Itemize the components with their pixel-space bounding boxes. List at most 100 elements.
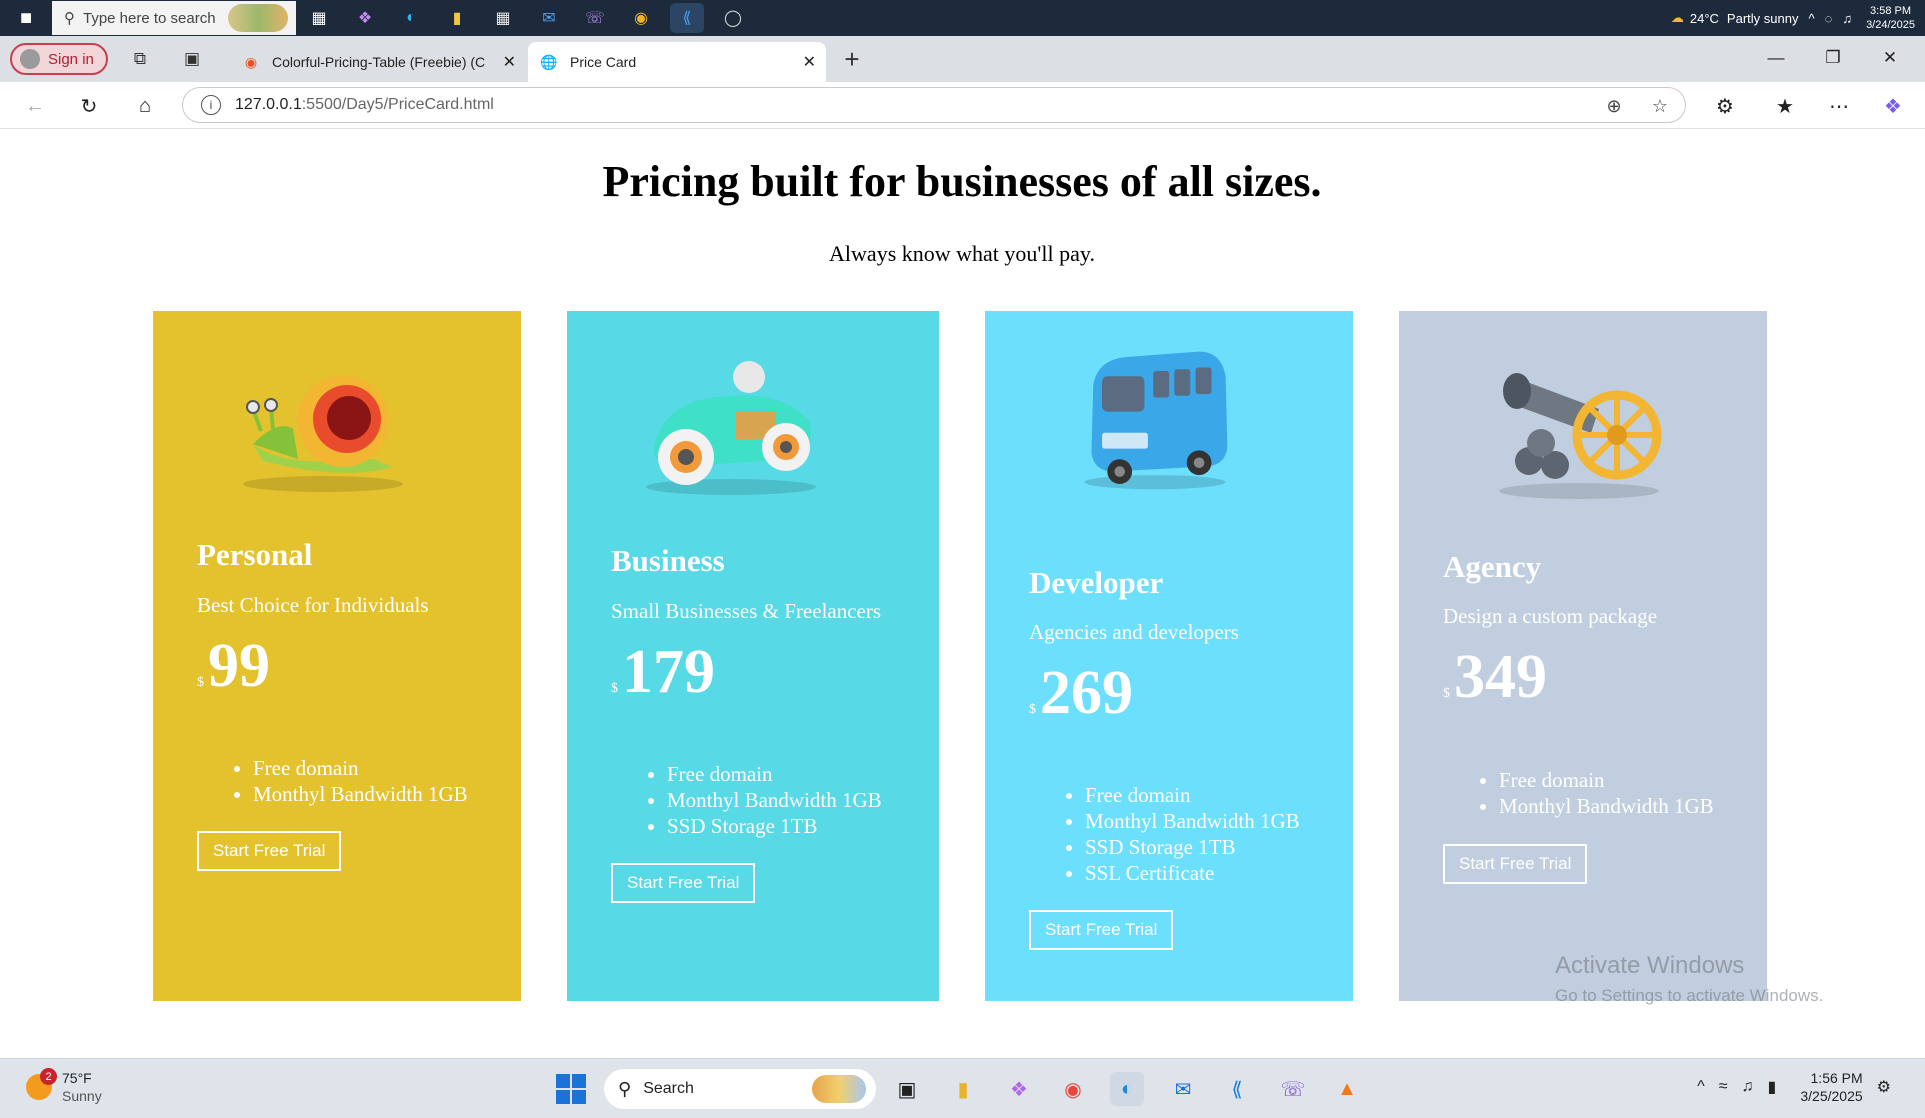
price-amount: 99 (208, 632, 270, 700)
globe-favicon-icon: 🌐 (540, 53, 558, 70)
browser-toolbar: ← ↻ ⌂ i 127.0.0.1:5500/Day5/PriceCard.ht… (0, 82, 1925, 129)
profile-avatar-icon (20, 49, 40, 69)
remote-weather-temp: 24°C (1689, 10, 1719, 26)
start-free-trial-button[interactable]: Start Free Trial (611, 863, 756, 903)
url-path: :5500/Day5/PriceCard.html (301, 96, 494, 113)
favorites-icon[interactable]: ★ (1770, 91, 1800, 121)
tab-actions-icon[interactable]: ▣ (178, 45, 206, 73)
network-icon[interactable]: ◌ (1825, 11, 1833, 26)
vlc-icon[interactable]: ▲ (1330, 1072, 1364, 1106)
plan-tagline: Small Businesses & Freelancers (611, 599, 882, 623)
copilot-sidebar-icon[interactable]: ❖ (1878, 91, 1908, 121)
file-explorer-icon[interactable]: ▮ (440, 3, 474, 33)
sign-in-button[interactable]: Sign in (10, 43, 108, 75)
new-tab-button[interactable]: + (838, 44, 866, 74)
favorite-star-icon[interactable]: ☆ (1647, 93, 1673, 119)
home-button[interactable]: ⌂ (130, 91, 160, 121)
vscode-icon[interactable]: ⟪ (670, 3, 704, 33)
viber-icon[interactable]: ☏ (1276, 1072, 1310, 1106)
chrome-icon[interactable]: ◉ (624, 3, 658, 33)
refresh-button[interactable]: ↻ (74, 91, 104, 121)
search-highlight-icon (228, 4, 288, 32)
task-view-icon[interactable]: ▦ (302, 3, 336, 33)
tab-price-card[interactable]: 🌐 Price Card ✕ (528, 42, 826, 82)
cannon-icon (1499, 373, 1662, 499)
volume-icon[interactable]: ♫ (1842, 11, 1852, 26)
plan-tagline: Agencies and developers (1029, 620, 1239, 644)
start-free-trial-button[interactable]: Start Free Trial (1443, 844, 1588, 884)
site-info-icon[interactable]: i (201, 95, 221, 115)
tab-colorful-pricing-table[interactable]: ◉ Colorful-Pricing-Table (Freebie) (C ✕ (230, 42, 526, 82)
edge-icon[interactable]: ◐ (394, 3, 428, 33)
vscode-icon[interactable]: ⟪ (1220, 1072, 1254, 1106)
feature-item: Free domain (1085, 782, 1300, 808)
battery-icon[interactable]: ▮ (1768, 1077, 1777, 1097)
remote-clock[interactable]: 3:58 PM 3/24/2025 (1866, 4, 1915, 32)
back-button[interactable]: ← (20, 91, 50, 121)
feature-list: Free domain Monthyl Bandwidth 1GB SSD St… (1085, 782, 1300, 886)
remote-system-tray: ☁ 24°C Partly sunny ^ ◌ ♫ 3:58 PM 3/24/2… (1671, 0, 1915, 36)
minimize-button[interactable]: — (1748, 42, 1804, 74)
plan-title: Agency (1443, 549, 1542, 584)
plan-tagline: Best Choice for Individuals (197, 593, 429, 617)
page-title: Pricing built for businesses of all size… (602, 157, 1322, 206)
close-tab-icon[interactable]: ✕ (803, 52, 816, 72)
file-explorer-icon[interactable]: ▮ (946, 1072, 980, 1106)
feature-list: Free domain Monthyl Bandwidth 1GB (1499, 767, 1714, 819)
search-highlight-icon (812, 1075, 866, 1103)
url-host: 127.0.0.1 (235, 96, 302, 113)
search-icon: ⚲ (618, 1078, 632, 1099)
taskbar-search-box[interactable]: ⚲ Search (604, 1069, 876, 1109)
tab-title: Colorful-Pricing-Table (Freebie) (C (272, 54, 486, 70)
chevron-up-icon[interactable]: ^ (1808, 11, 1814, 26)
start-free-trial-button[interactable]: Start Free Trial (1029, 910, 1174, 950)
notifications-icon[interactable]: ⚙ (1877, 1077, 1891, 1097)
start-button[interactable] (556, 1074, 586, 1104)
taskbar-date: 3/25/2025 (1800, 1088, 1863, 1104)
feature-item: SSL Certificate (1085, 860, 1300, 886)
notification-badge: 2 (40, 1068, 57, 1085)
remote-time: 3:58 PM (1870, 5, 1912, 17)
edge-icon[interactable]: ◐ (1110, 1072, 1144, 1106)
chevron-up-icon[interactable]: ^ (1697, 1078, 1705, 1096)
wifi-icon[interactable]: ≈ (1719, 1078, 1728, 1096)
plan-price: $ 269 (1029, 658, 1133, 729)
activate-windows-watermark: Activate Windows Go to Settings to activ… (1555, 952, 1823, 1006)
sign-in-label: Sign in (48, 50, 94, 68)
feature-list: Free domain Monthyl Bandwidth 1GB SSD St… (667, 761, 882, 839)
system-tray: ^ ≈ ♫ ▮ 1:56 PM 3/25/2025 ⚙ (1697, 1069, 1905, 1105)
mail-icon[interactable]: ✉ (532, 3, 566, 33)
address-bar[interactable]: i 127.0.0.1:5500/Day5/PriceCard.html ⊕ ☆ (182, 87, 1686, 123)
weather-condition: Sunny (62, 1088, 102, 1104)
windows-start-icon[interactable]: ■ (0, 0, 52, 36)
feature-item: Monthyl Bandwidth 1GB (253, 781, 468, 807)
copilot-icon[interactable]: ❖ (1002, 1072, 1036, 1106)
plan-title: Business (611, 543, 725, 578)
extensions-icon[interactable]: ⚙ (1710, 91, 1740, 121)
restore-button[interactable]: ❐ (1805, 42, 1861, 74)
weather-widget[interactable]: 2 75°F Sunny (26, 1068, 102, 1105)
taskbar-time: 1:56 PM (1810, 1070, 1863, 1086)
taskbar-clock[interactable]: 1:56 PM 3/25/2025 (1800, 1069, 1862, 1105)
more-options-icon[interactable]: ⋯ (1824, 91, 1854, 121)
workspaces-icon[interactable]: ⧉ (126, 45, 154, 73)
feature-item: SSD Storage 1TB (1085, 834, 1300, 860)
remote-search-box[interactable]: ⚲ Type here to search (52, 1, 296, 35)
store-icon[interactable]: ▦ (486, 3, 520, 33)
task-view-icon[interactable]: ▣ (890, 1072, 924, 1106)
remote-taskbar: ■ ⚲ Type here to search ▦ ❖ ◐ ▮ ▦ ✉ ☏ ◉ … (0, 0, 1925, 36)
feature-item: Monthyl Bandwidth 1GB (1499, 793, 1714, 819)
close-tab-icon[interactable]: ✕ (503, 52, 516, 72)
pricing-card-business: Business Small Businesses & Freelancers … (567, 311, 939, 1001)
mail-icon[interactable]: ✉ (1166, 1072, 1200, 1106)
weather-temp: 75°F (62, 1070, 92, 1086)
copilot-icon[interactable]: ❖ (348, 3, 382, 33)
volume-icon[interactable]: ♫ (1742, 1078, 1754, 1096)
viber-icon[interactable]: ☏ (578, 3, 612, 33)
start-free-trial-button[interactable]: Start Free Trial (197, 831, 342, 871)
feature-item: Free domain (253, 755, 468, 781)
close-window-button[interactable]: ✕ (1862, 42, 1918, 74)
chrome-icon[interactable]: ◉ (1056, 1072, 1090, 1106)
zoom-icon[interactable]: ⊕ (1601, 93, 1627, 119)
obs-icon[interactable]: ◯ (716, 3, 750, 33)
